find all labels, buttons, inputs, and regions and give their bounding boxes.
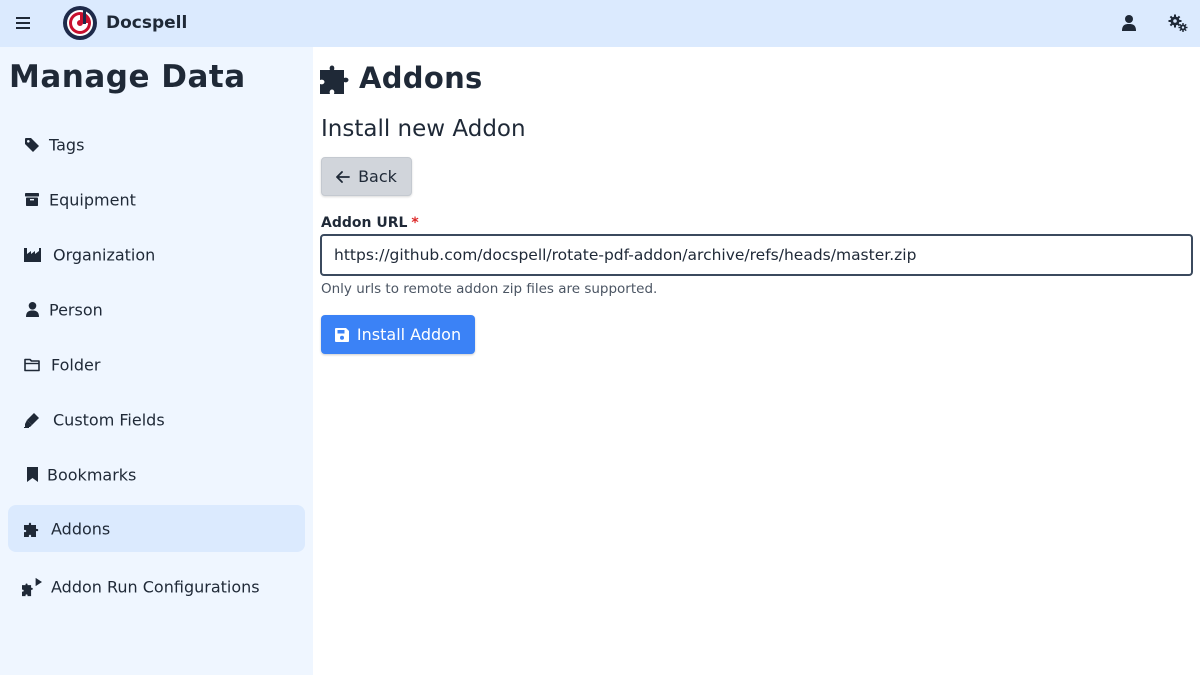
factory-icon <box>22 245 42 265</box>
save-icon <box>334 327 349 342</box>
back-button[interactable]: Back <box>321 157 412 196</box>
sidebar-item-equipment[interactable]: Equipment <box>8 176 305 223</box>
install-addon-label: Install Addon <box>356 325 462 344</box>
sidebar-item-folder[interactable]: Folder <box>8 341 305 388</box>
sidebar-item-label: Custom Fields <box>53 410 165 429</box>
highlighter-icon <box>22 410 42 430</box>
app-name[interactable]: Docspell <box>106 13 187 33</box>
cogs-icon <box>1168 14 1188 32</box>
user-menu-button[interactable] <box>1114 8 1144 38</box>
addon-url-label: Addon URL * <box>321 215 419 231</box>
section-subtitle: Install new Addon <box>321 116 526 142</box>
top-bar: Docspell <box>0 0 1200 47</box>
person-icon <box>22 300 42 320</box>
sidebar-item-label: Tags <box>49 135 85 154</box>
sidebar-item-label: Bookmarks <box>47 465 137 484</box>
puzzle-play-icon <box>22 577 42 597</box>
sidebar-item-label: Organization <box>53 245 156 264</box>
page-header: Addons <box>320 58 483 98</box>
help-text: Only urls to remote addon zip files are … <box>321 281 658 297</box>
sidebar-item-tags[interactable]: Tags <box>8 121 305 168</box>
page-title: Addons <box>359 61 483 95</box>
addon-url-input[interactable] <box>320 234 1193 276</box>
puzzle-icon <box>320 65 349 94</box>
addon-url-label-text: Addon URL <box>321 215 408 231</box>
puzzle-icon <box>22 519 42 539</box>
tag-icon <box>22 135 42 155</box>
sidebar-item-label: Equipment <box>49 190 136 209</box>
sidebar-item-label: Folder <box>51 355 101 374</box>
sidebar-item-organization[interactable]: Organization <box>8 231 305 278</box>
sidebar-item-label: Person <box>49 300 103 319</box>
hamburger-icon <box>16 17 30 29</box>
install-addon-button[interactable]: Install Addon <box>321 315 475 354</box>
sidebar-item-label: Addons <box>51 519 111 538</box>
menu-toggle-button[interactable] <box>8 8 38 38</box>
sidebar-item-bookmarks[interactable]: Bookmarks <box>8 451 305 498</box>
folder-icon <box>22 355 42 375</box>
user-icon <box>1122 15 1136 31</box>
back-button-label: Back <box>358 167 397 186</box>
settings-button[interactable] <box>1163 8 1193 38</box>
bookmark-icon <box>22 465 42 485</box>
box-icon <box>22 190 42 210</box>
sidebar-title: Manage Data <box>9 59 246 95</box>
arrow-left-icon <box>336 170 350 183</box>
sidebar-item-label: Addon Run Configurations <box>51 577 260 596</box>
sidebar-item-addon-run-configurations[interactable]: Addon Run Configurations <box>8 563 305 610</box>
sidebar-item-addons[interactable]: Addons <box>8 505 305 552</box>
required-marker: * <box>411 215 419 231</box>
sidebar: Manage Data Tags Equipment Organization … <box>0 47 313 675</box>
sidebar-item-person[interactable]: Person <box>8 286 305 333</box>
sidebar-item-custom-fields[interactable]: Custom Fields <box>8 396 305 443</box>
docspell-logo-icon[interactable] <box>62 5 98 41</box>
